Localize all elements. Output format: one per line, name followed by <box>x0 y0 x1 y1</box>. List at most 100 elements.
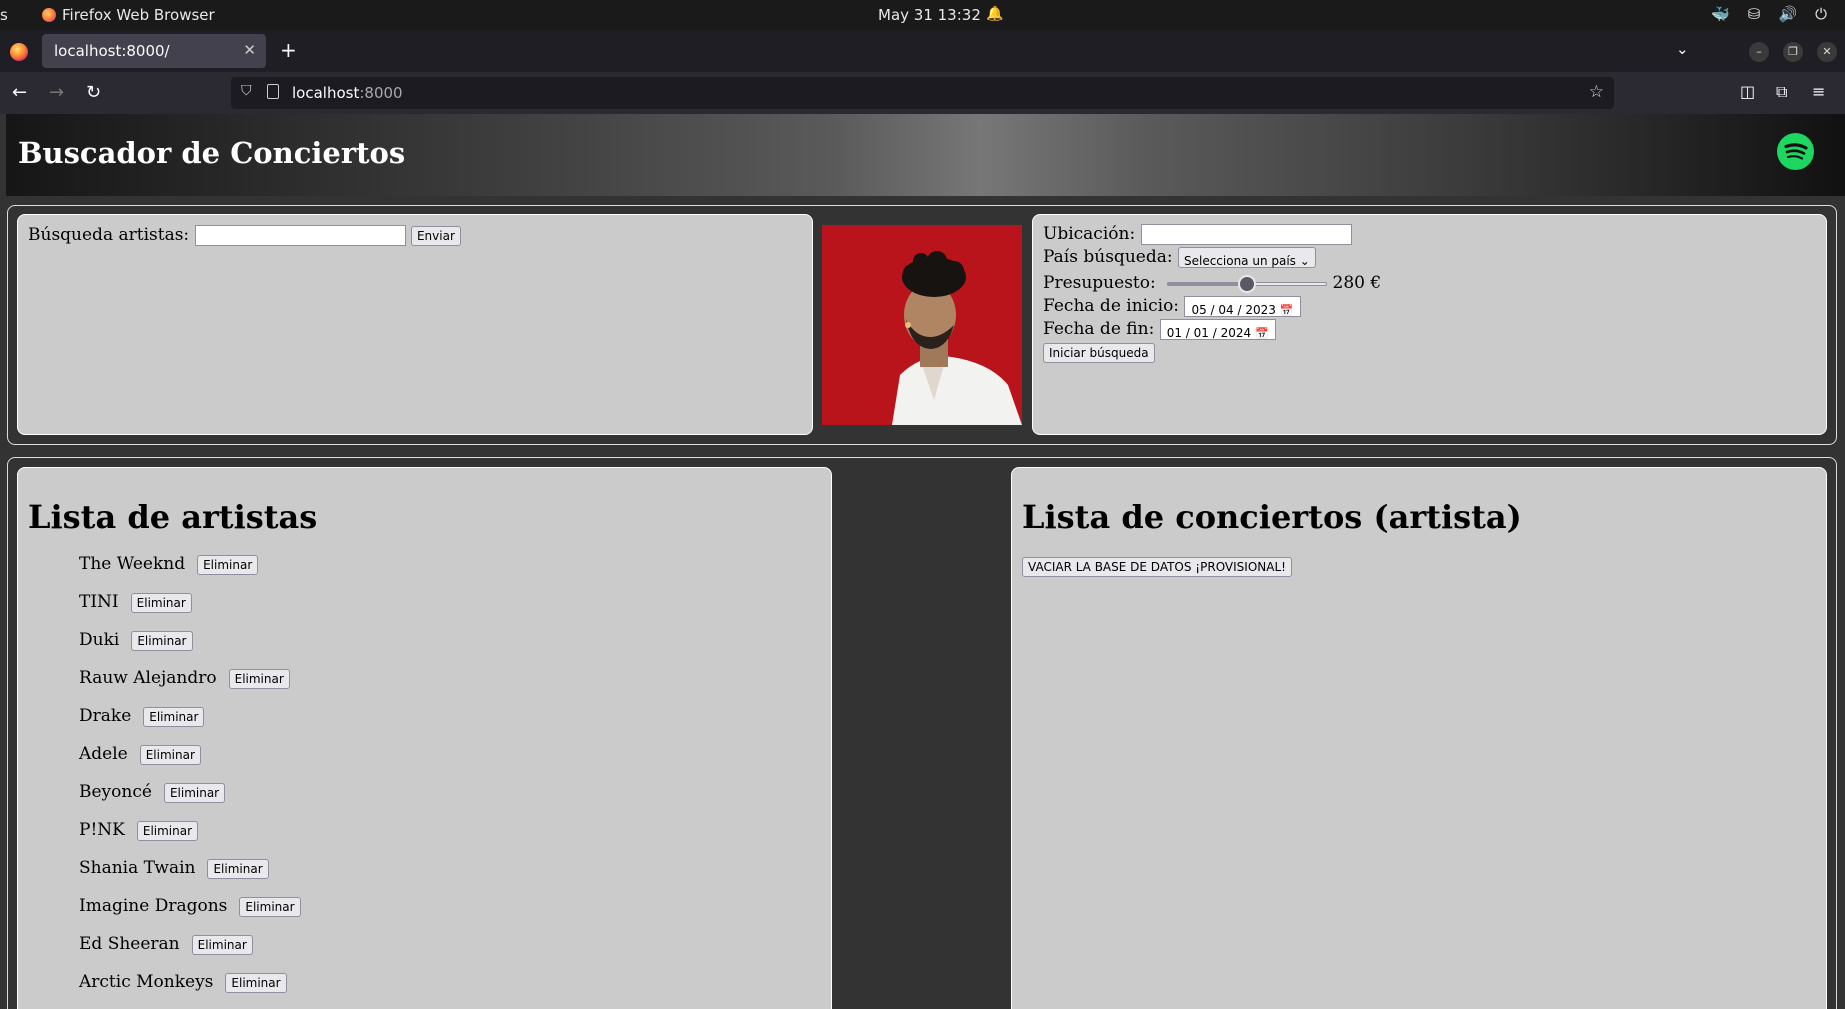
tab-list-chevron-icon[interactable]: ⌄ <box>1676 40 1689 58</box>
artist-search-panel: Búsqueda artistas: Enviar <box>17 214 813 435</box>
remove-artist-button[interactable]: Eliminar <box>197 555 259 575</box>
budget-value: 280 € <box>1332 273 1382 293</box>
window-close-icon[interactable]: ✕ <box>1817 42 1837 62</box>
remove-artist-button[interactable]: Eliminar <box>130 593 192 613</box>
start-date-value: 05 / 04 / 2023 <box>1191 303 1276 317</box>
network-icon[interactable]: ⛁ <box>1748 5 1761 23</box>
remove-artist-button[interactable]: Eliminar <box>139 745 201 765</box>
app-menu-icon[interactable]: ≡ <box>1812 82 1825 101</box>
end-date-input[interactable]: 01 / 01 / 2024 📅 <box>1159 319 1276 340</box>
url-bar[interactable]: ⛉ localhost:8000 ☆ <box>231 77 1614 109</box>
location-label: Ubicación: <box>1043 224 1136 244</box>
artists-heading: Lista de artistas <box>28 498 318 536</box>
end-date-row: Fecha de fin: 01 / 01 / 2024 📅 <box>1043 318 1816 341</box>
forward-arrow-icon[interactable]: → <box>49 82 64 103</box>
end-date-label: Fecha de fin: <box>1043 319 1155 339</box>
pocket-icon[interactable]: ◫ <box>1740 82 1755 101</box>
browser-tab-active[interactable]: localhost:8000/ ✕ <box>42 34 266 68</box>
page-info-icon[interactable] <box>267 84 279 99</box>
minimize-icon[interactable]: – <box>1749 42 1769 62</box>
country-row: País búsqueda: Selecciona un país ⌄ <box>1043 246 1816 269</box>
artists-list-panel: Lista de artistas The Weeknd Eliminar TINI… <box>17 467 832 1009</box>
remove-artist-button[interactable]: Eliminar <box>131 631 193 651</box>
remove-artist-button[interactable]: Eliminar <box>228 669 290 689</box>
notification-bell-icon: 🔔 <box>986 6 1004 22</box>
artist-list-item: Rauw Alejandro Eliminar <box>79 668 821 706</box>
spotify-logo-icon[interactable] <box>1777 133 1814 170</box>
remove-artist-button[interactable]: Eliminar <box>163 783 226 803</box>
docker-icon[interactable]: 🐳 <box>1711 5 1730 23</box>
clear-database-button[interactable]: VACIAR LA BASE DE DATOS ¡PROVISIONAL! <box>1022 556 1292 577</box>
back-arrow-icon[interactable]: ← <box>12 82 27 103</box>
artist-list-item: The Weeknd Eliminar <box>79 554 821 592</box>
firefox-logo-icon[interactable] <box>10 43 28 61</box>
os-app-name: Firefox Web Browser <box>62 6 215 24</box>
remove-artist-button[interactable]: Eliminar <box>225 973 287 993</box>
artist-search-submit-button[interactable]: Enviar <box>410 225 461 246</box>
artist-list-item: Shania Twain Eliminar <box>79 858 821 896</box>
url-text[interactable]: localhost:8000 <box>292 84 403 102</box>
concerts-list-panel: Lista de conciertos (artista) VACIAR LA … <box>1011 467 1827 1009</box>
start-date-input[interactable]: 05 / 04 / 2023 📅 <box>1184 296 1301 317</box>
system-tray[interactable]: 🐳 ⛁ 🔊 ⏻ <box>1711 5 1827 23</box>
reload-icon[interactable]: ↻ <box>86 82 101 103</box>
end-date-value: 01 / 01 / 2024 <box>1166 326 1252 340</box>
artist-photo <box>822 225 1022 425</box>
location-row: Ubicación: <box>1043 223 1816 246</box>
chevron-down-icon: ⌄ <box>1299 254 1310 268</box>
budget-slider-fill <box>1167 281 1248 286</box>
artist-search-label: Búsqueda artistas: <box>28 225 190 245</box>
bookmark-star-icon[interactable]: ☆ <box>1589 82 1604 102</box>
artist-list-item: Imagine Dragons Eliminar <box>79 896 821 934</box>
os-app-menu[interactable]: Firefox Web Browser <box>42 6 215 24</box>
budget-slider[interactable] <box>1167 274 1328 294</box>
restore-icon[interactable]: ❐ <box>1783 42 1803 62</box>
os-top-bar: s Firefox Web Browser May 31 13:32 🔔 🐳 ⛁… <box>0 0 1845 30</box>
remove-artist-button[interactable]: Eliminar <box>207 859 269 879</box>
artist-name: Ed Sheeran <box>79 934 180 954</box>
artist-list-item: Beyoncé Eliminar <box>79 782 821 820</box>
location-input[interactable] <box>1140 224 1352 245</box>
power-icon[interactable]: ⏻ <box>1815 5 1827 23</box>
artist-name: TINI <box>79 592 119 612</box>
remove-artist-button[interactable]: Eliminar <box>239 897 301 917</box>
firefox-small-icon <box>42 8 56 22</box>
artist-list-item: P!NK Eliminar <box>79 820 821 858</box>
tracking-shield-icon[interactable]: ⛉ <box>241 83 252 99</box>
calendar-icon[interactable]: 📅 <box>1255 327 1269 340</box>
artist-list-item: Drake Eliminar <box>79 706 821 744</box>
start-date-row: Fecha de inicio: 05 / 04 / 2023 📅 <box>1043 295 1816 318</box>
concert-filters-panel: Ubicación: País búsqueda: Selecciona un … <box>1032 214 1827 435</box>
tab-title: localhost:8000/ <box>54 42 170 60</box>
remove-artist-button[interactable]: Eliminar <box>143 707 205 727</box>
artist-name: The Weeknd <box>79 554 186 574</box>
new-tab-icon[interactable]: + <box>280 38 297 62</box>
budget-row: Presupuesto: 280 € <box>1043 272 1816 295</box>
os-clock[interactable]: May 31 13:32 <box>878 6 981 24</box>
artist-list-item: Adele Eliminar <box>79 744 821 782</box>
country-select-value: Selecciona un país <box>1183 254 1296 268</box>
artist-search-input[interactable] <box>194 225 406 246</box>
url-host: localhost <box>292 84 360 102</box>
concerts-heading: Lista de conciertos (artista) <box>1022 498 1522 536</box>
budget-slider-thumb[interactable] <box>1238 274 1257 293</box>
extensions-icon[interactable]: ⧉ <box>1776 82 1787 102</box>
clear-db-row: VACIAR LA BASE DE DATOS ¡PROVISIONAL! <box>1022 556 1816 577</box>
artist-name: Imagine Dragons <box>79 896 228 916</box>
url-port: :8000 <box>359 84 403 102</box>
country-label: País búsqueda: <box>1043 247 1173 267</box>
site-header: Buscador de Conciertos <box>6 114 1845 196</box>
volume-icon[interactable]: 🔊 <box>1778 5 1797 23</box>
start-search-button[interactable]: Iniciar búsqueda <box>1043 342 1155 363</box>
tab-close-icon[interactable]: ✕ <box>243 41 256 59</box>
artist-list-item: Ed Sheeran Eliminar <box>79 934 821 972</box>
country-select[interactable]: Selecciona un país ⌄ <box>1177 247 1316 268</box>
remove-artist-button[interactable]: Eliminar <box>191 935 253 955</box>
page-title: Buscador de Conciertos <box>18 136 406 170</box>
artist-name: Adele <box>79 744 128 764</box>
calendar-icon[interactable]: 📅 <box>1280 304 1294 317</box>
remove-artist-button[interactable]: Eliminar <box>136 821 199 841</box>
artist-list-item: TINI Eliminar <box>79 592 821 630</box>
artist-list-item: Duki Eliminar <box>79 630 821 668</box>
budget-label: Presupuesto: <box>1043 273 1156 293</box>
